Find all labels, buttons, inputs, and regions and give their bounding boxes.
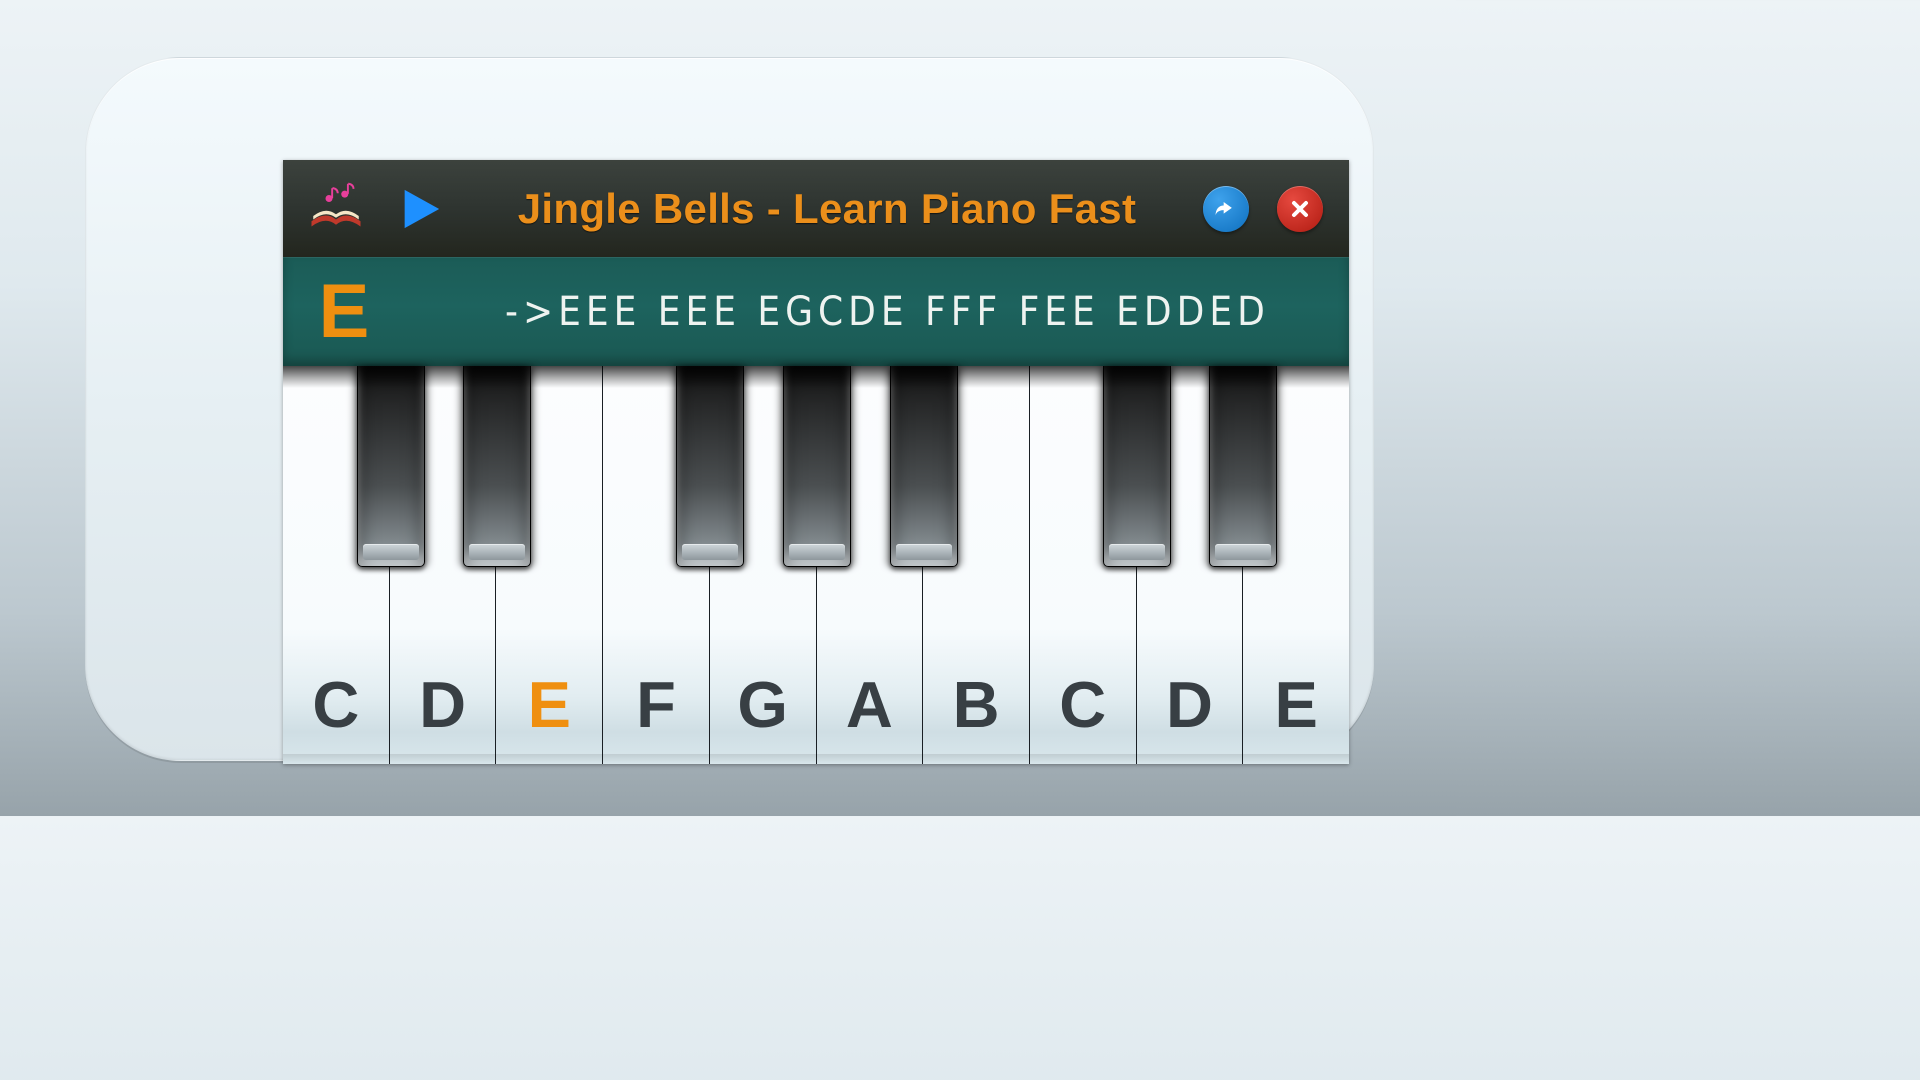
music-book-icon xyxy=(308,181,364,237)
keyboard-top-shadow xyxy=(283,366,1349,388)
top-bar: Jingle Bells - Learn Piano Fast xyxy=(283,160,1349,257)
play-icon xyxy=(397,186,443,232)
black-key-d-sharp-2[interactable] xyxy=(1209,366,1277,567)
black-key-c-sharp-2[interactable] xyxy=(1103,366,1171,567)
song-title: Jingle Bells - Learn Piano Fast xyxy=(451,185,1203,233)
app-screen: Jingle Bells - Learn Piano Fast E ->EEE … xyxy=(283,160,1349,764)
note-sequence: ->EEE EEE EGCDE FFF FEE EDDED xyxy=(385,289,1349,335)
share-arrow-icon xyxy=(1212,195,1240,223)
note-sequence-bar: E ->EEE EEE EGCDE FFF FEE EDDED xyxy=(283,257,1349,366)
piano-keyboard: C D E F G A B C D E xyxy=(283,366,1349,764)
black-key-g-sharp[interactable] xyxy=(783,366,851,567)
topbar-right xyxy=(1203,186,1323,232)
black-key-a-sharp[interactable] xyxy=(890,366,958,567)
close-button[interactable] xyxy=(1277,186,1323,232)
black-key-d-sharp[interactable] xyxy=(463,366,531,567)
phone-frame: Jingle Bells - Learn Piano Fast E ->EEE … xyxy=(85,57,1374,761)
play-button[interactable] xyxy=(389,178,451,240)
share-button[interactable] xyxy=(1203,186,1249,232)
black-key-c-sharp[interactable] xyxy=(357,366,425,567)
black-key-f-sharp[interactable] xyxy=(676,366,744,567)
songbook-button[interactable] xyxy=(305,178,367,240)
current-note: E xyxy=(283,274,385,350)
close-icon xyxy=(1288,197,1312,221)
